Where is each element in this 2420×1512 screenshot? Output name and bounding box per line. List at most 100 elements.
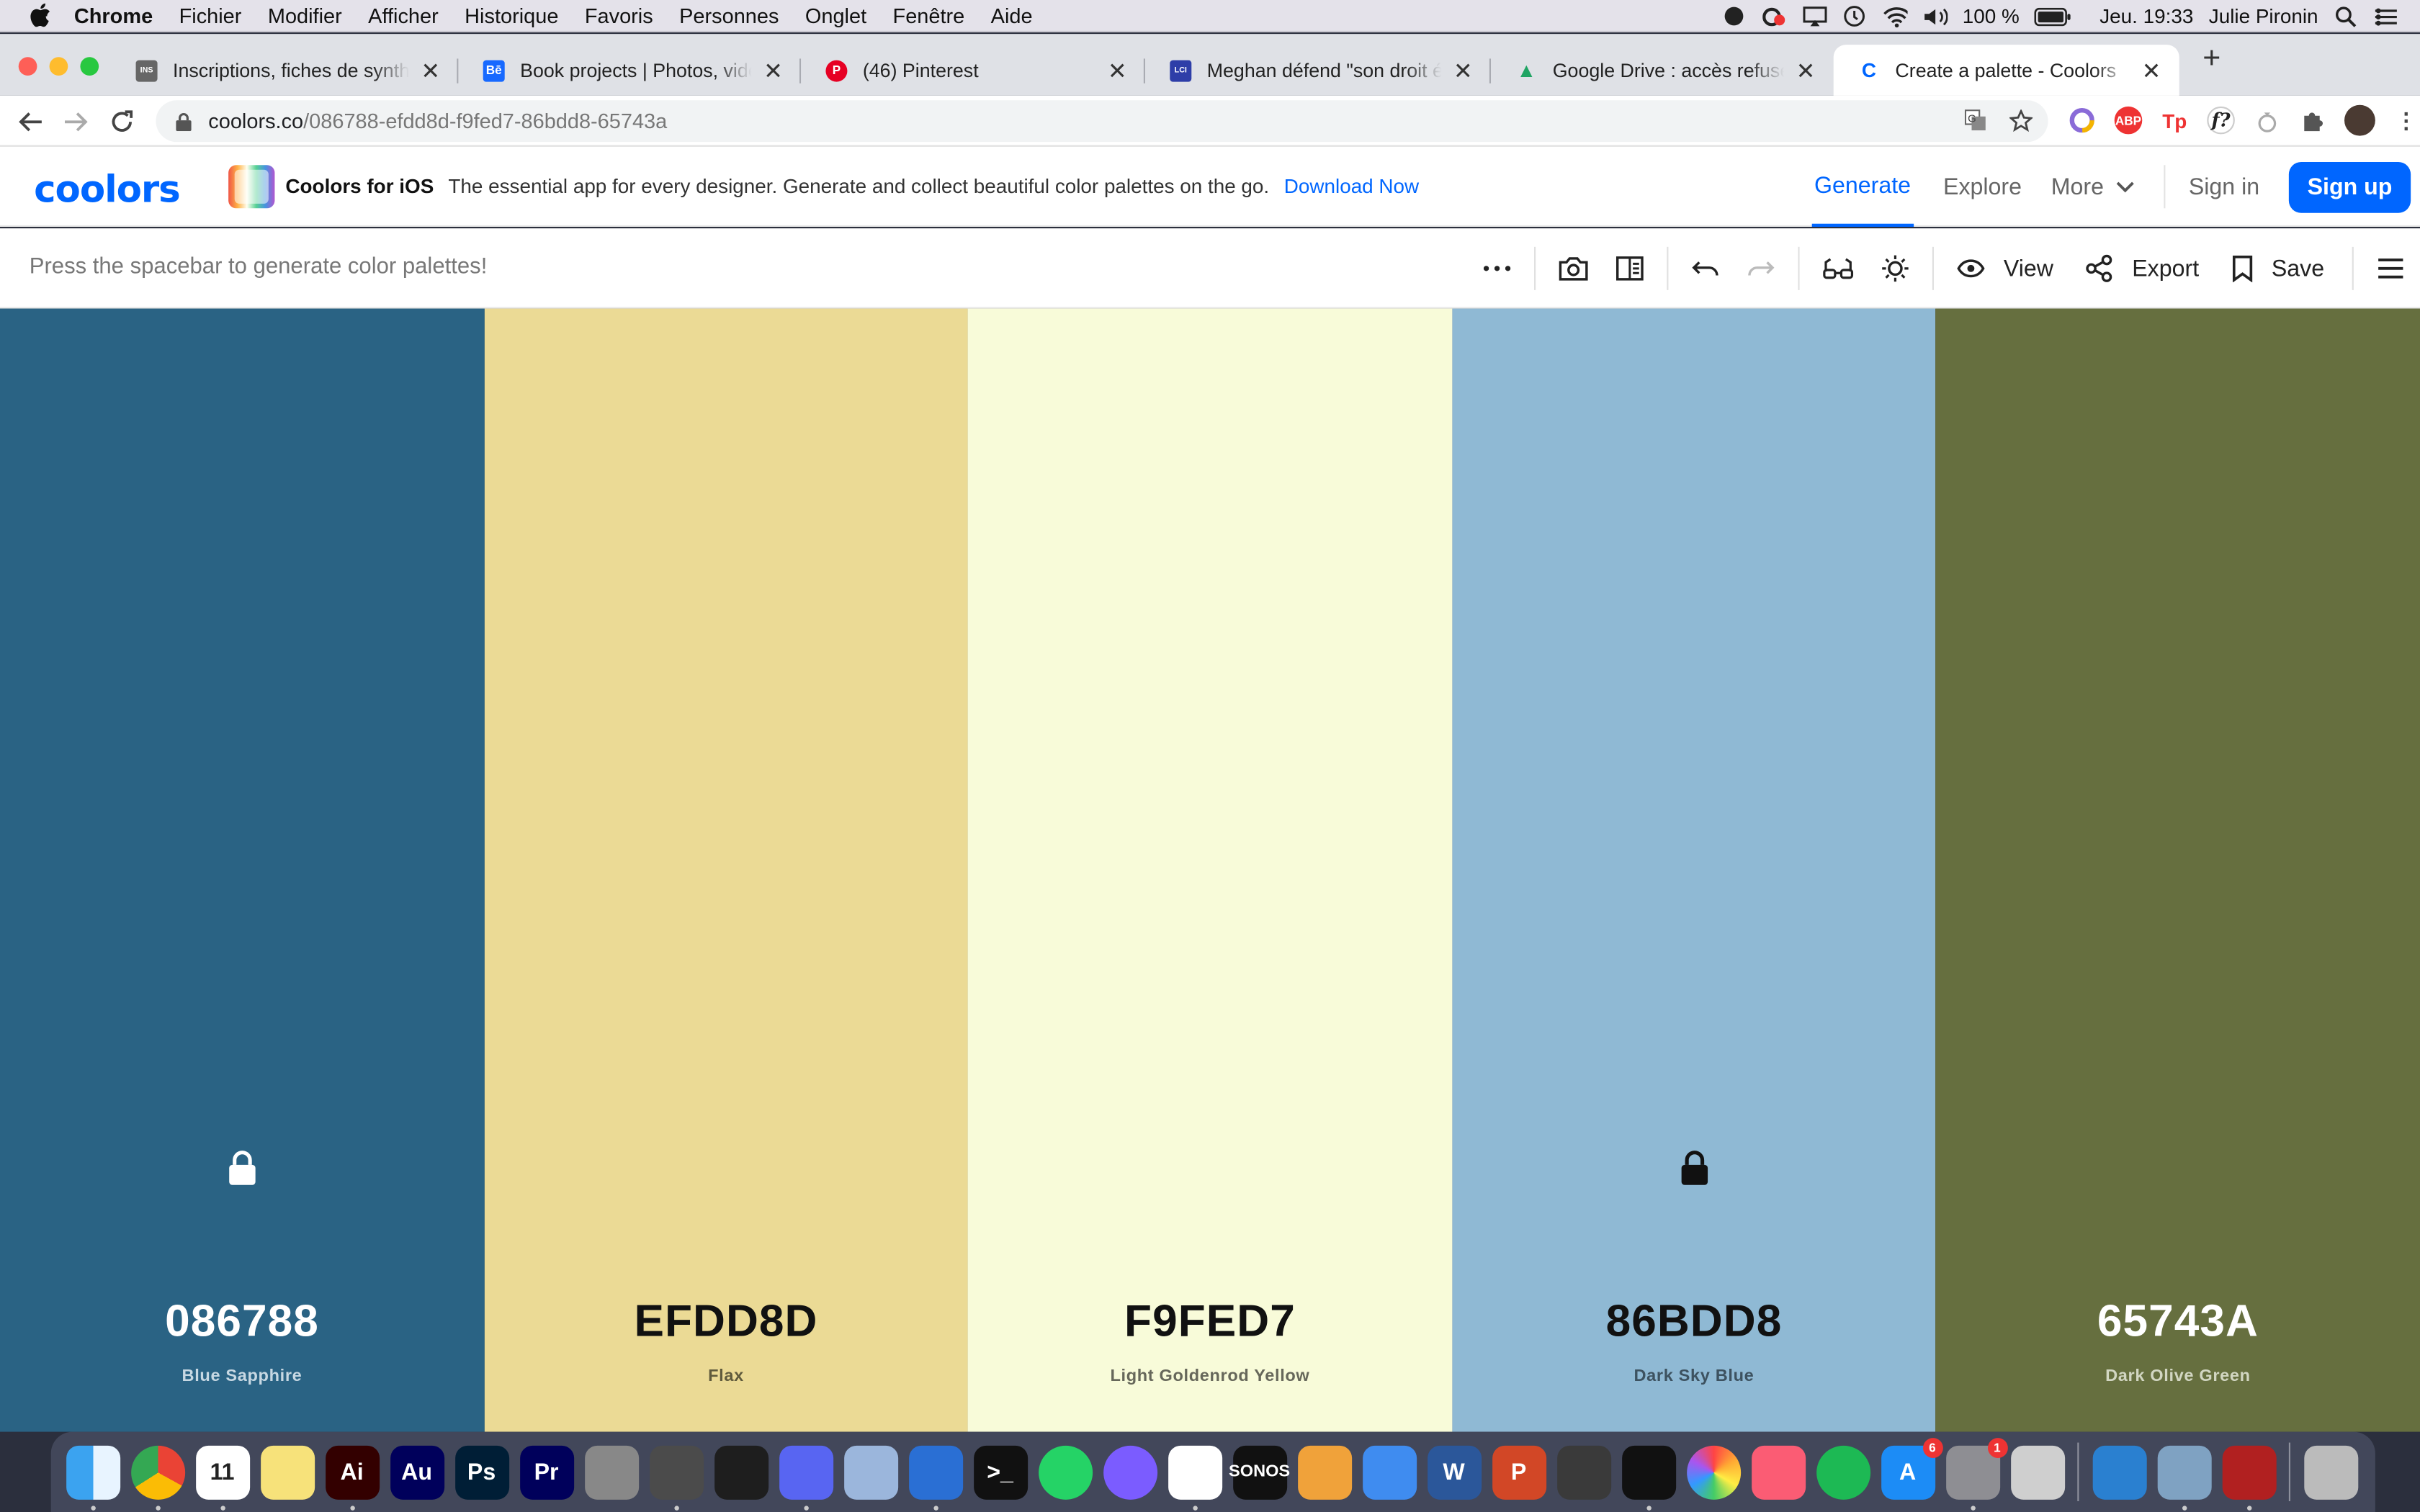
tp-extension-icon[interactable]: Tp: [2161, 107, 2189, 135]
photobooth-icon[interactable]: [2221, 1444, 2276, 1510]
control-center-icon[interactable]: [2374, 6, 2398, 27]
export-button[interactable]: Export: [2072, 228, 2218, 308]
tab-close-icon[interactable]: ✕: [1793, 56, 1818, 84]
close-window-button[interactable]: [18, 57, 37, 76]
hamburger-menu-button[interactable]: [2363, 228, 2420, 308]
menu-afficher[interactable]: Afficher: [368, 4, 439, 27]
figma-icon[interactable]: [714, 1444, 768, 1499]
tab-close-icon[interactable]: ✕: [1451, 56, 1475, 84]
premiere-icon[interactable]: Pr: [519, 1444, 574, 1499]
messenger-icon[interactable]: [1103, 1444, 1157, 1499]
side-panel-button[interactable]: [1603, 228, 1658, 308]
photoshop-icon[interactable]: Ps: [454, 1444, 509, 1499]
padlock-icon[interactable]: [176, 112, 192, 131]
coolors-logo[interactable]: coolors: [34, 168, 181, 212]
download-now-link[interactable]: Download Now: [1284, 174, 1419, 197]
calendar-icon[interactable]: 11: [195, 1444, 250, 1510]
preferences-icon[interactable]: 1: [1945, 1437, 2007, 1510]
tab-google-drive[interactable]: ▲ Google Drive : accès refusé ✕: [1491, 45, 1834, 96]
finder-icon[interactable]: [66, 1444, 120, 1510]
adjust-palette-button[interactable]: [1868, 228, 1923, 308]
lock-icon[interactable]: [227, 1149, 258, 1186]
wifi-icon[interactable]: [1882, 6, 1907, 27]
tab-pinterest[interactable]: P (46) Pinterest ✕: [801, 45, 1145, 96]
colorzilla-extension-icon[interactable]: [2068, 107, 2096, 135]
notes-icon[interactable]: [260, 1444, 315, 1499]
zoom-window-button[interactable]: [80, 57, 99, 76]
sonos-icon[interactable]: SONOS: [1229, 1444, 1290, 1499]
menubar-user[interactable]: Julie Pironin: [2209, 4, 2318, 27]
sign-in-link[interactable]: Sign in: [2189, 174, 2259, 199]
save-button[interactable]: Save: [2218, 228, 2343, 308]
nav-explore[interactable]: Explore: [1943, 174, 2022, 199]
sublime-icon[interactable]: [649, 1444, 704, 1510]
lock-icon[interactable]: [1679, 1149, 1710, 1186]
camera-button[interactable]: [1545, 228, 1602, 308]
color-column[interactable]: 86BDD8 Dark Sky Blue: [1451, 308, 1936, 1432]
powerpoint-icon[interactable]: P: [1492, 1444, 1546, 1499]
color-column[interactable]: 086788 Blue Sapphire: [0, 308, 484, 1432]
adblock-extension-icon[interactable]: ABP: [2114, 106, 2143, 135]
spotify-icon[interactable]: [1816, 1444, 1870, 1499]
color-column[interactable]: 65743A Dark Olive Green: [1935, 308, 2420, 1432]
new-tab-button[interactable]: +: [2196, 42, 2227, 77]
pages-icon[interactable]: [1297, 1444, 1352, 1499]
menubar-clock[interactable]: Jeu. 19:33: [2099, 4, 2193, 27]
battery-icon[interactable]: [2035, 6, 2071, 27]
virtualbox-icon[interactable]: [843, 1444, 898, 1499]
spotlight-icon[interactable]: [2334, 6, 2358, 27]
color-column[interactable]: EFDD8D Flax: [483, 308, 968, 1432]
color-blindness-button[interactable]: [1809, 228, 1868, 308]
preview-icon[interactable]: [2156, 1444, 2211, 1510]
keynote-icon[interactable]: [1362, 1444, 1417, 1499]
airplay-icon[interactable]: [1802, 6, 1827, 27]
acrobat-icon[interactable]: [1621, 1444, 1676, 1510]
audition-icon[interactable]: Au: [390, 1444, 444, 1499]
whatfont-extension-icon[interactable]: f?: [2207, 106, 2235, 135]
menu-app-name[interactable]: Chrome: [74, 4, 153, 27]
tab-behance[interactable]: Bē Book projects | Photos, vidéos ✕: [458, 45, 802, 96]
printer-icon[interactable]: [1556, 1444, 1611, 1499]
silverlock-icon[interactable]: [584, 1444, 639, 1499]
view-button[interactable]: View: [1943, 228, 2071, 308]
url-field[interactable]: coolors.co/086788-efdd8d-f9fed7-86bdd8-6…: [156, 100, 2048, 143]
forward-arrow-icon[interactable]: [62, 108, 90, 136]
reload-icon[interactable]: [108, 108, 136, 136]
menu-fenetre[interactable]: Fenêtre: [893, 4, 965, 27]
menu-onglet[interactable]: Onglet: [805, 4, 866, 27]
ios-app-thumbnail[interactable]: [228, 165, 275, 209]
menu-favoris[interactable]: Favoris: [585, 4, 653, 27]
extensions-puzzle-icon[interactable]: [2300, 107, 2328, 135]
music-icon[interactable]: [1751, 1444, 1806, 1499]
slack-icon[interactable]: [1168, 1444, 1222, 1510]
color-column[interactable]: F9FED7 Light Goldenrod Yellow: [967, 308, 1452, 1432]
sign-up-button[interactable]: Sign up: [2288, 161, 2411, 212]
word-icon[interactable]: W: [1427, 1444, 1482, 1499]
translate-icon[interactable]: G: [1964, 109, 1986, 138]
tab-lci[interactable]: LCI Meghan défend "son droit élém ✕: [1145, 45, 1491, 96]
bookmark-star-icon[interactable]: [2008, 108, 2034, 138]
color-hex-code[interactable]: EFDD8D: [484, 1297, 968, 1349]
tab-close-icon[interactable]: ✕: [761, 56, 785, 84]
menu-modifier[interactable]: Modifier: [268, 4, 342, 27]
nav-generate[interactable]: Generate: [1811, 147, 1914, 227]
menu-historique[interactable]: Historique: [465, 4, 558, 27]
color-hex-code[interactable]: 65743A: [1936, 1297, 2420, 1349]
menu-personnes[interactable]: Personnes: [679, 4, 779, 27]
tab-close-icon[interactable]: ✕: [2139, 56, 2164, 84]
menu-fichier[interactable]: Fichier: [179, 4, 242, 27]
nav-more[interactable]: More: [2051, 174, 2135, 200]
more-options-button[interactable]: [1469, 228, 1525, 308]
chrome-menu-icon[interactable]: ⋮: [2392, 107, 2420, 135]
tab-inscriptions[interactable]: INS Inscriptions, fiches de synthèse ✕: [111, 45, 459, 96]
illustrator-icon[interactable]: Ai: [325, 1444, 380, 1510]
installer-icon[interactable]: [2010, 1444, 2065, 1499]
discord-icon[interactable]: [779, 1444, 833, 1510]
trash-icon[interactable]: [2303, 1444, 2358, 1499]
chrome-icon[interactable]: [130, 1444, 185, 1510]
profile-avatar[interactable]: [2344, 104, 2375, 136]
menu-aide[interactable]: Aide: [991, 4, 1033, 27]
ring-extension-icon[interactable]: [2254, 107, 2282, 135]
color-hex-code[interactable]: F9FED7: [968, 1297, 1452, 1349]
photos-icon[interactable]: [1686, 1444, 1741, 1499]
